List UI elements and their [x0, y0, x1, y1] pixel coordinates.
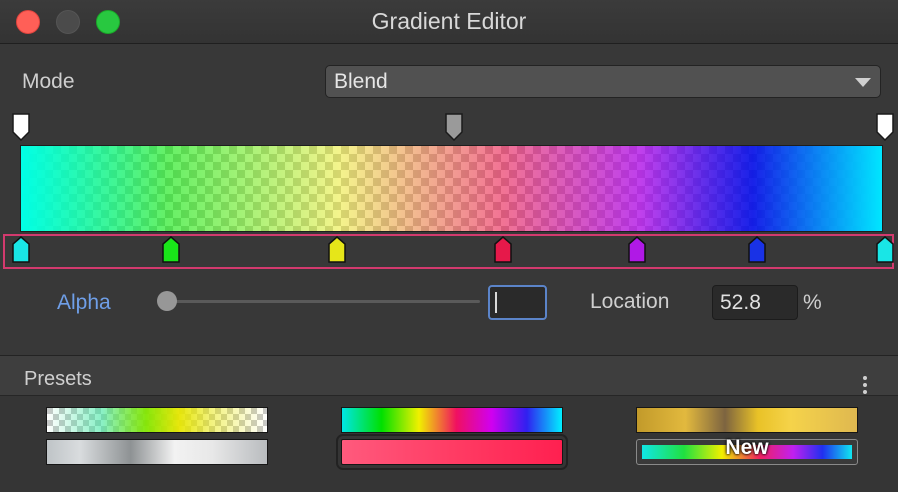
mode-dropdown[interactable]: Blend [325, 65, 881, 98]
preset-gold[interactable] [636, 407, 858, 433]
location-label: Location [590, 290, 670, 313]
mode-label: Mode [22, 70, 75, 93]
new-preset-button[interactable]: New [636, 436, 858, 465]
location-unit: % [803, 291, 822, 314]
chevron-down-icon [855, 78, 871, 87]
text-caret [495, 292, 497, 313]
color-key-5[interactable] [748, 236, 766, 263]
alpha-key-0[interactable] [12, 113, 30, 141]
new-preset-label: New [725, 436, 769, 459]
color-key-6[interactable] [876, 236, 894, 263]
location-field[interactable]: 52.8 [712, 285, 798, 320]
mode-dropdown-value: Blend [334, 70, 388, 93]
preset-rainbow[interactable] [341, 407, 563, 433]
gradient-editor-window: Gradient Editor Mode Blend Alpha Locatio… [0, 0, 898, 492]
presets-header: Presets [0, 356, 898, 396]
window-title: Gradient Editor [371, 8, 527, 34]
preset-metallic-gray[interactable] [46, 439, 268, 465]
title-bar[interactable]: Gradient Editor [0, 0, 898, 44]
color-key-4[interactable] [628, 236, 646, 263]
more-options-icon[interactable] [863, 376, 867, 396]
alpha-key-selected[interactable] [445, 113, 463, 141]
alpha-value-field[interactable] [488, 285, 547, 320]
color-key-1[interactable] [162, 236, 180, 263]
presets-label: Presets [24, 368, 92, 390]
alpha-label: Alpha [57, 291, 111, 314]
color-key-0[interactable] [12, 236, 30, 263]
gradient-preview[interactable] [20, 145, 883, 232]
alpha-slider-track[interactable] [166, 300, 480, 303]
preset-red-selected[interactable] [336, 434, 568, 470]
preset-alpha-rainbow[interactable] [46, 407, 268, 433]
color-key-3[interactable] [494, 236, 512, 263]
alpha-slider-handle[interactable] [157, 291, 177, 311]
alpha-key-2[interactable] [876, 113, 894, 141]
location-value: 52.8 [720, 291, 761, 314]
color-key-2[interactable] [328, 236, 346, 263]
